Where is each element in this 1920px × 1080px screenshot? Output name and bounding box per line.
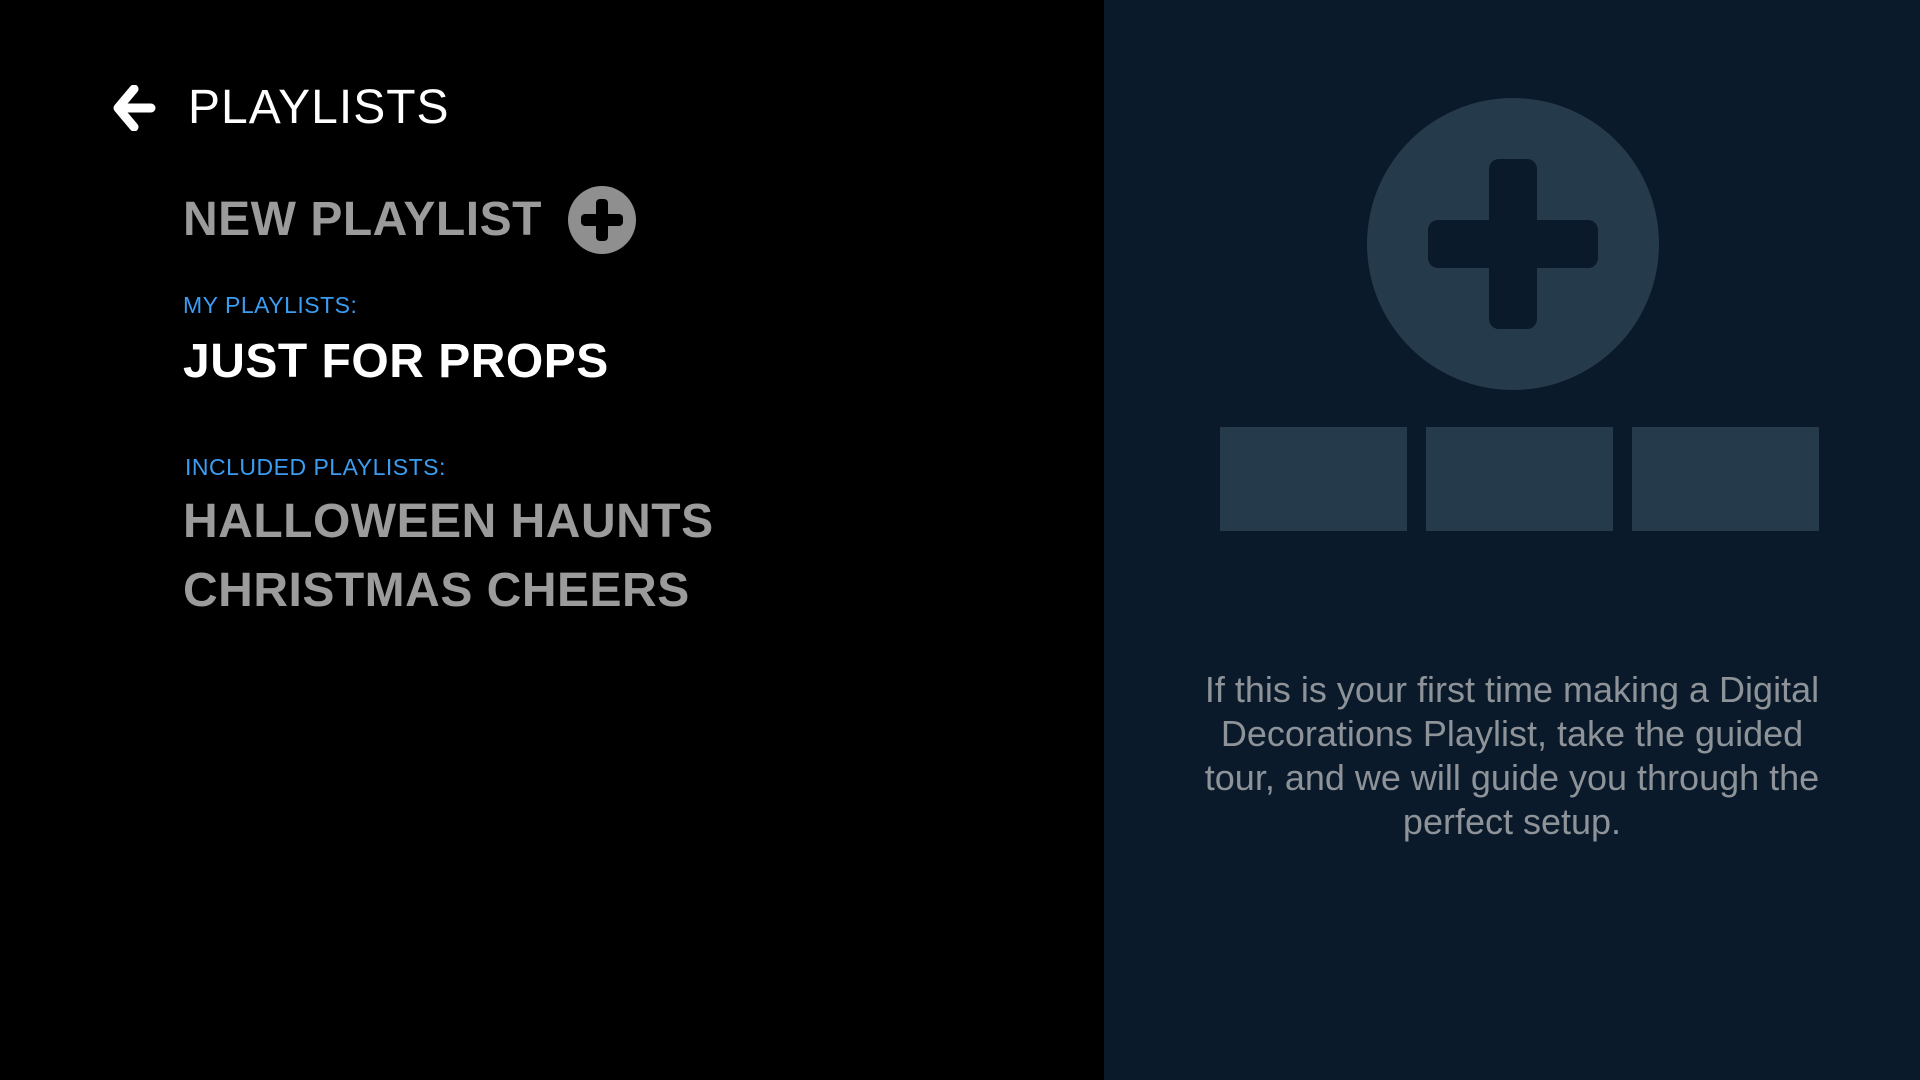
playlist-item-just-for-props[interactable]: JUST FOR PROPS xyxy=(183,332,609,392)
playlist-item-halloween-haunts[interactable]: HALLOWEEN HAUNTS xyxy=(183,492,714,552)
arrow-left-icon xyxy=(112,85,156,131)
plus-circle-icon xyxy=(567,186,636,254)
included-playlists-label: INCLUDED PLAYLISTS: xyxy=(185,454,446,480)
playlist-menu-panel: PLAYLISTS NEW PLAYLIST MY PLAYLISTS: JUS… xyxy=(0,0,1104,1080)
guided-tour-panel: If this is your first time making a Digi… xyxy=(1104,0,1920,1080)
page-title: PLAYLISTS xyxy=(188,81,450,134)
guided-tour-message: If this is your first time making a Digi… xyxy=(1204,669,1820,842)
playlist-item-christmas-cheers[interactable]: CHRISTMAS CHEERS xyxy=(183,561,690,621)
playlists-screen: PLAYLISTS NEW PLAYLIST MY PLAYLISTS: JUS… xyxy=(0,0,1920,1080)
placeholder-tile xyxy=(1220,427,1407,531)
plus-circle-icon xyxy=(1367,98,1659,390)
placeholder-tile xyxy=(1632,427,1819,531)
new-playlist-label: NEW PLAYLIST xyxy=(183,193,542,246)
new-playlist-button[interactable]: NEW PLAYLIST xyxy=(183,184,636,256)
header: PLAYLISTS xyxy=(112,80,450,136)
my-playlists-label: MY PLAYLISTS: xyxy=(183,292,358,318)
placeholder-tile xyxy=(1426,427,1613,531)
placeholder-tiles xyxy=(1220,427,1819,531)
back-button[interactable] xyxy=(112,85,156,131)
